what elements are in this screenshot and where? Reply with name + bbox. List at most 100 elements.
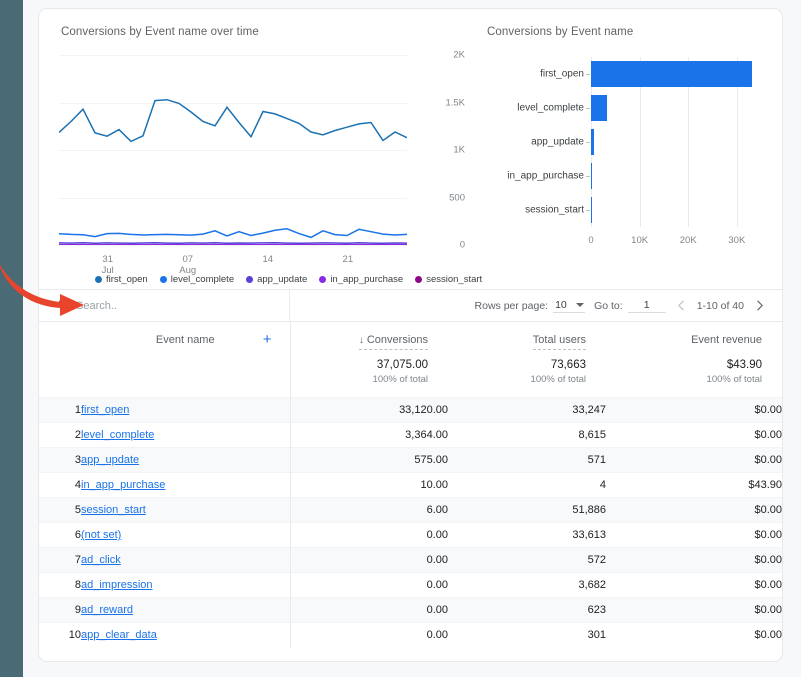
table-row[interactable]: 10 app_clear_data 0.00 301 $0.00	[39, 622, 782, 648]
legend-item-app_update[interactable]: app_update	[246, 274, 307, 285]
search-input[interactable]	[76, 299, 246, 312]
row-conversions: 10.00	[290, 472, 448, 498]
summary-conversions-sub: 100% of total	[372, 374, 428, 385]
bar-first_open[interactable]	[591, 61, 752, 87]
rows-per-page-select[interactable]: 10	[553, 298, 586, 313]
line-chart-legend: first_open level_complete app_update in_app…	[95, 274, 482, 285]
table-row[interactable]: 9 ad_reward 0.00 623 $0.00	[39, 597, 782, 623]
table-row[interactable]: 6 (not set) 0.00 33,613 $0.00	[39, 522, 782, 548]
search-cell[interactable]	[39, 290, 290, 321]
legend-color-dot	[159, 276, 167, 283]
bar-in_app_purchase[interactable]	[591, 163, 593, 189]
total-users-header-label: Total users	[532, 334, 586, 350]
event-name-header[interactable]: Event name +	[81, 322, 291, 355]
x-axis-tick-label: 07 Aug	[179, 254, 197, 276]
event-name-link[interactable]: session_start	[81, 504, 146, 516]
x-axis-tick-label: 21	[342, 254, 354, 265]
row-index: 9	[39, 597, 81, 623]
line-series-group	[59, 98, 407, 245]
row-conversions: 0.00	[290, 572, 448, 598]
page-range-text: 1-10 of 40	[696, 299, 744, 312]
bar-x-tick-label: 30K	[728, 235, 746, 246]
event-revenue-header-label: Event revenue	[691, 334, 762, 346]
y-axis-tick-label: 1K	[453, 144, 465, 156]
legend-label: session_start	[426, 274, 483, 285]
row-event-name: ad_impression	[81, 572, 291, 598]
y-axis-tick-label: 500	[449, 192, 465, 203]
bar-level_complete[interactable]	[591, 95, 608, 121]
line-chart-title: Conversions by Event name over time	[61, 26, 259, 38]
plus-icon[interactable]: +	[263, 332, 272, 347]
row-event-revenue: $0.00	[606, 522, 782, 548]
legend-item-session_start[interactable]: session_start	[415, 274, 482, 285]
table-row[interactable]: 3 app_update 575.00 571 $0.00	[39, 447, 782, 473]
table-row[interactable]: 7 ad_click 0.00 572 $0.00	[39, 547, 782, 573]
legend-color-dot	[415, 276, 423, 283]
rows-per-page-value: 10	[555, 298, 567, 311]
row-total-users: 571	[448, 447, 606, 473]
summary-event-revenue-sub: 100% of total	[706, 374, 762, 385]
legend-label: app_update	[257, 274, 308, 285]
row-event-name: app_clear_data	[81, 622, 291, 648]
goto-page-input[interactable]: 1	[627, 299, 666, 313]
summary-event-revenue-value: $43.90	[726, 359, 762, 371]
line-series-level_complete	[59, 228, 407, 239]
left-edge-strip	[0, 0, 23, 677]
bar-app_update[interactable]	[591, 129, 594, 155]
y-axis-tick-label: 1.5K	[445, 97, 465, 108]
legend-label: first_open	[106, 274, 148, 285]
table-row[interactable]: 8 ad_impression 0.00 3,682 $0.00	[39, 572, 782, 598]
event-name-link[interactable]: in_app_purchase	[81, 479, 165, 491]
bar-session_start[interactable]	[591, 197, 593, 223]
summary-index-cell	[39, 355, 81, 398]
bar-x-tick-label: 10K	[631, 235, 649, 246]
summary-name-cell	[81, 355, 291, 398]
sort-descending-icon: ↓	[358, 335, 364, 346]
row-event-name: app_update	[81, 447, 291, 473]
bar-x-tick-label: 20K	[679, 235, 697, 246]
event-name-link[interactable]: ad_click	[81, 554, 121, 566]
summary-total-users-cell: 73,663 100% of total	[448, 355, 606, 398]
row-event-name: ad_reward	[81, 597, 291, 623]
legend-item-first_open[interactable]: first_open	[95, 274, 148, 285]
table-row[interactable]: 5 session_start 6.00 51,886 $0.00	[39, 497, 782, 523]
bar-category-label: first_open	[540, 68, 584, 80]
row-total-users: 623	[448, 597, 606, 623]
next-page-button[interactable]	[753, 299, 766, 312]
y-axis-tick-label: 2K	[453, 49, 465, 61]
rows-per-page-group[interactable]: Rows per page: 10	[475, 299, 586, 313]
table-row[interactable]: 4 in_app_purchase 10.00 4 $43.90	[39, 472, 782, 498]
summary-conversions-value: 37,075.00	[376, 359, 428, 371]
total-users-header[interactable]: Total users	[448, 322, 606, 355]
goto-page-group[interactable]: Go to: 1	[594, 299, 666, 313]
prev-page-button[interactable]	[675, 299, 688, 312]
event-name-link[interactable]: ad_reward	[81, 604, 133, 616]
event-name-link[interactable]: first_open	[81, 404, 129, 416]
row-event-name: session_start	[81, 497, 291, 523]
legend-item-level_complete[interactable]: level_complete	[159, 274, 234, 285]
x-axis-tick-label: 31 Jul	[101, 254, 114, 276]
row-total-users: 301	[448, 622, 606, 648]
table-row[interactable]: 2 level_complete 3,364.00 8,615 $0.00	[39, 422, 782, 448]
event-name-link[interactable]: app_update	[81, 454, 139, 466]
event-name-link[interactable]: ad_impression	[81, 579, 153, 591]
search-icon	[57, 297, 69, 315]
event-name-link[interactable]: level_complete	[81, 429, 154, 441]
table-row[interactable]: 1 first_open 33,120.00 33,247 $0.00	[39, 397, 782, 423]
row-event-revenue: $0.00	[606, 422, 782, 448]
event-name-link[interactable]: (not set)	[81, 529, 121, 541]
row-conversions: 6.00	[290, 497, 448, 523]
legend-label: in_app_purchase	[330, 274, 404, 285]
row-total-users: 572	[448, 547, 606, 573]
chevron-down-icon	[576, 302, 585, 307]
row-event-revenue: $0.00	[606, 547, 782, 573]
event-name-link[interactable]: app_clear_data	[81, 629, 157, 641]
row-index: 1	[39, 397, 81, 423]
summary-total-users-value: 73,663	[550, 359, 586, 371]
report-card: Conversions by Event name over time 0 500…	[38, 8, 783, 662]
legend-item-in_app_purchase[interactable]: in_app_purchase	[319, 274, 403, 285]
event-revenue-header[interactable]: Event revenue	[606, 322, 782, 355]
conversions-header[interactable]: ↓ Conversions	[290, 322, 448, 355]
row-conversions: 0.00	[290, 597, 448, 623]
conversions-header-label: Conversions	[366, 334, 428, 346]
